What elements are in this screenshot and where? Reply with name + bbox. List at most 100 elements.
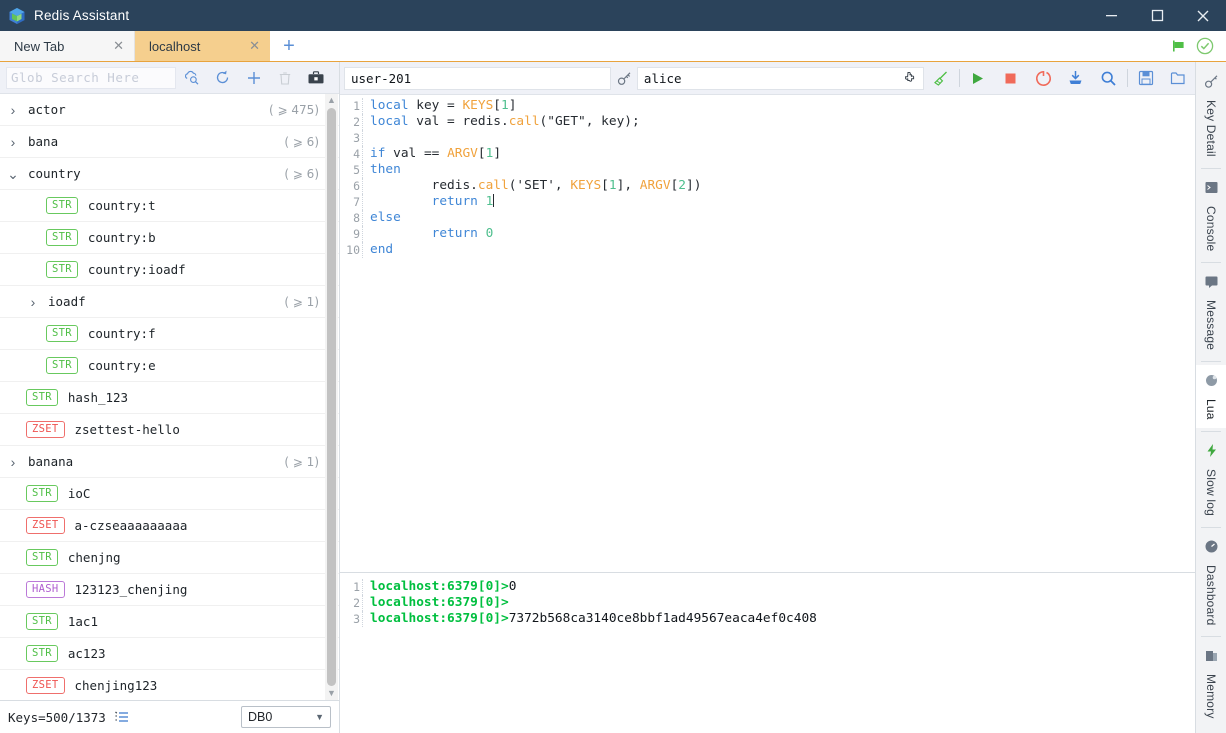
key-tree-key-row[interactable]: STRcountry:f xyxy=(0,318,339,350)
key-tree-key-row[interactable]: STRioC xyxy=(0,478,339,510)
open-script-icon xyxy=(1170,71,1187,86)
tab-new-tab[interactable]: New Tab ✕ xyxy=(0,31,135,61)
key-tree-key-row[interactable]: ZSETchenjing123 xyxy=(0,670,339,700)
rail-tab-lua[interactable]: Lua xyxy=(1196,365,1226,428)
rail-tab-slow-log[interactable]: Slow log xyxy=(1196,435,1226,524)
puzzle-piece-icon[interactable] xyxy=(903,71,917,85)
key-tree-key-label: 123123_chenjing xyxy=(75,582,188,597)
db-select[interactable]: DB0 ▼ xyxy=(241,706,331,728)
line-number: 4 xyxy=(340,146,362,162)
key-type-badge: ZSET xyxy=(26,517,65,534)
chevron-right-icon[interactable]: › xyxy=(26,294,40,310)
add-key-button[interactable] xyxy=(238,62,269,94)
toolbox-icon xyxy=(307,70,325,86)
rail-tab-key-detail[interactable]: Key Detail xyxy=(1196,66,1226,165)
key-tree[interactable]: ›actor( ⩾ 475)›bana( ⩾ 6)⌄country( ⩾ 6)S… xyxy=(0,94,339,700)
key-tree-folder-row[interactable]: ›banana( ⩾ 1) xyxy=(0,446,339,478)
code-line-text: redis.call('SET', KEYS[1], ARGV[2]) xyxy=(370,178,701,194)
scroll-down-icon[interactable]: ▼ xyxy=(327,687,336,700)
key-tree-folder-row[interactable]: ⌄country( ⩾ 6) xyxy=(0,158,339,190)
code-line-text: local val = redis.call("GET", key); xyxy=(370,114,640,130)
console-icon xyxy=(1204,180,1219,200)
minimize-button[interactable] xyxy=(1088,0,1134,31)
lua-output-console[interactable]: 1localhost:6379[0]>02localhost:6379[0]>3… xyxy=(340,573,1195,733)
rail-divider xyxy=(1201,636,1221,637)
key-tree-key-row[interactable]: STRchenjng xyxy=(0,542,339,574)
search-input[interactable]: Glob Search Here xyxy=(6,67,176,89)
key-tree-key-label: ioC xyxy=(68,486,91,501)
chevron-right-icon[interactable]: › xyxy=(6,134,20,150)
delete-key-button[interactable] xyxy=(269,62,300,94)
add-tab-button[interactable]: + xyxy=(270,31,308,61)
list-view-icon[interactable] xyxy=(114,710,130,724)
key-tree-key-label: country:ioadf xyxy=(88,262,186,277)
glob-search-button[interactable] xyxy=(176,62,207,94)
key-tree-key-row[interactable]: STR1ac1 xyxy=(0,606,339,638)
key-tree-key-row[interactable]: STRac123 xyxy=(0,638,339,670)
stop-script-button[interactable] xyxy=(994,62,1027,95)
reload-script-button[interactable] xyxy=(1027,62,1060,95)
key-tree-folder-count: ( ⩾ 475) xyxy=(269,103,319,117)
green-flag-icon[interactable] xyxy=(1171,38,1187,54)
rail-tab-message[interactable]: Message xyxy=(1196,266,1226,358)
rail-tab-memory[interactable]: Memory xyxy=(1196,640,1226,727)
memory-icon xyxy=(1204,648,1219,668)
redis-cube-logo-icon xyxy=(8,7,26,25)
rail-tab-dashboard[interactable]: Dashboard xyxy=(1196,531,1226,634)
toolbox-button[interactable] xyxy=(300,62,331,94)
check-circle-icon[interactable] xyxy=(1196,37,1214,55)
tab-localhost[interactable]: localhost ✕ xyxy=(135,31,270,61)
key-type-badge: HASH xyxy=(26,581,65,598)
refresh-button[interactable] xyxy=(207,62,238,94)
import-script-button[interactable] xyxy=(1059,62,1092,95)
key-tree-folder-count: ( ⩾ 6) xyxy=(284,167,319,181)
key-tree-key-label: country:b xyxy=(88,230,156,245)
key-tree-folder-label: banana xyxy=(28,454,73,469)
key-tree-key-row[interactable]: ZSETzsettest-hello xyxy=(0,414,339,446)
toolbar-divider xyxy=(959,69,960,87)
code-token: KEYS xyxy=(462,98,493,113)
rail-tab-console[interactable]: Console xyxy=(1196,172,1226,259)
key-tree-key-row[interactable]: STRcountry:b xyxy=(0,222,339,254)
open-script-button[interactable] xyxy=(1162,62,1195,95)
tab-close-icon[interactable]: ✕ xyxy=(95,38,124,54)
line-number: 9 xyxy=(340,226,362,242)
console-prompt: localhost:6379[0]>0 xyxy=(370,579,516,595)
chevron-down-icon[interactable]: ⌄ xyxy=(6,170,20,178)
key-icon xyxy=(617,71,632,86)
scroll-up-icon[interactable]: ▲ xyxy=(327,94,336,107)
code-token: ("GET", key); xyxy=(540,114,640,129)
close-button[interactable] xyxy=(1180,0,1226,31)
key-tree-key-row[interactable]: STRhash_123 xyxy=(0,382,339,414)
tab-close-icon[interactable]: ✕ xyxy=(231,38,260,54)
maximize-button[interactable] xyxy=(1134,0,1180,31)
key-tree-key-row[interactable]: STRcountry:e xyxy=(0,350,339,382)
keys-input[interactable]: user-201 xyxy=(344,67,611,90)
argv-input-value: alice xyxy=(644,71,682,86)
key-tree-key-row[interactable]: STRcountry:t xyxy=(0,190,339,222)
key-tree-key-row[interactable]: ZSETa-czseaaaaaaaaa xyxy=(0,510,339,542)
import-script-icon xyxy=(1067,70,1084,86)
chevron-right-icon[interactable]: › xyxy=(6,454,20,470)
key-type-badge: ZSET xyxy=(26,677,65,694)
line-number: 6 xyxy=(340,178,362,194)
line-number: 5 xyxy=(340,162,362,178)
gutter-divider xyxy=(362,130,370,146)
key-tree-folder-row[interactable]: ›actor( ⩾ 475) xyxy=(0,94,339,126)
run-script-button[interactable] xyxy=(962,62,995,95)
find-in-script-button[interactable] xyxy=(1092,62,1125,95)
gutter-divider xyxy=(362,162,370,178)
key-tree-scrollbar[interactable]: ▲ ▼ xyxy=(325,94,338,700)
save-script-button[interactable] xyxy=(1130,62,1163,95)
key-tree-folder-row[interactable]: ›ioadf( ⩾ 1) xyxy=(0,286,339,318)
key-tree-folder-row[interactable]: ›bana( ⩾ 6) xyxy=(0,126,339,158)
chevron-right-icon[interactable]: › xyxy=(6,102,20,118)
format-broom-button[interactable] xyxy=(924,62,957,95)
key-tree-key-row[interactable]: HASH 123123_chenjing xyxy=(0,574,339,606)
key-type-badge: STR xyxy=(46,261,78,278)
code-token: local xyxy=(370,114,409,129)
key-tree-key-row[interactable]: STR country:ioadf xyxy=(0,254,339,286)
scrollbar-thumb[interactable] xyxy=(327,108,336,686)
lua-code-editor[interactable]: 1local key = KEYS[1]2local val = redis.c… xyxy=(340,95,1195,573)
argv-input[interactable]: alice xyxy=(637,67,924,90)
